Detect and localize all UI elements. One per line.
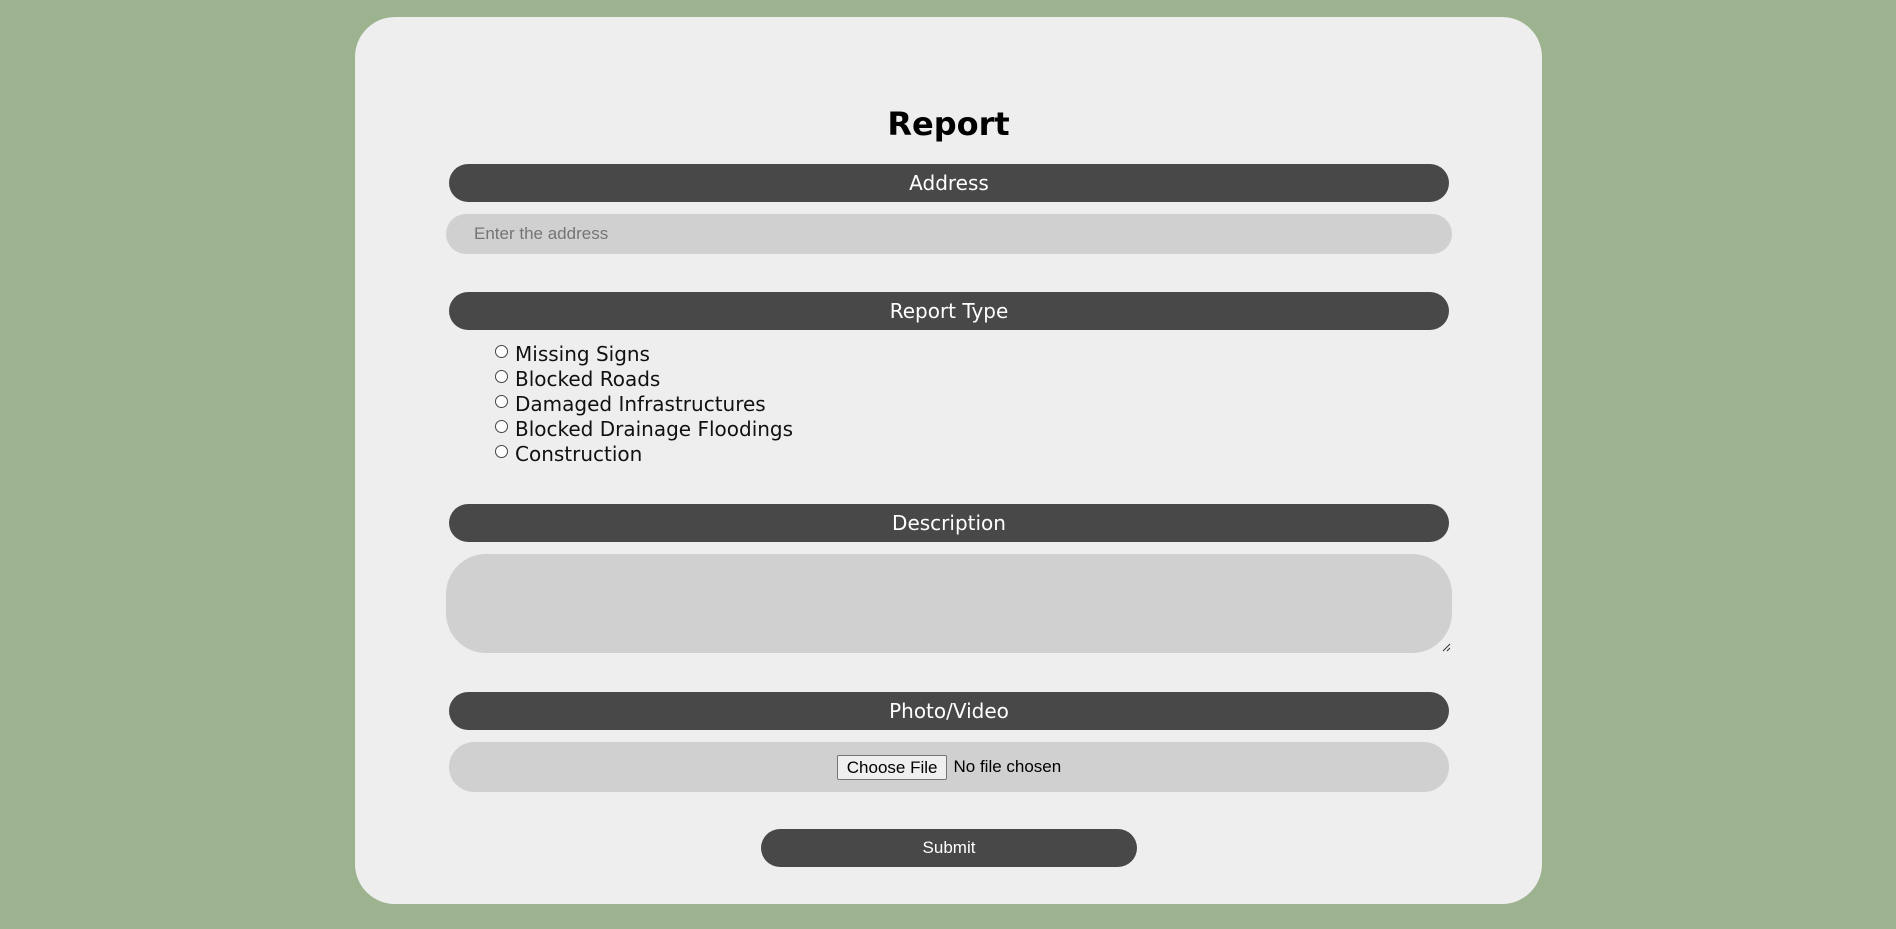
description-textarea[interactable] [446, 554, 1452, 653]
radio-option-blocked-roads[interactable]: Blocked Roads [495, 367, 793, 392]
choose-file-button[interactable]: Choose File [836, 754, 948, 780]
radio-button[interactable] [495, 395, 508, 408]
radio-label[interactable]: Damaged Infrastructures [515, 392, 766, 416]
radio-option-construction[interactable]: Construction [495, 442, 793, 467]
report-type-label: Report Type [449, 292, 1449, 330]
radio-option-damaged-infrastructures[interactable]: Damaged Infrastructures [495, 392, 793, 417]
photo-video-label: Photo/Video [449, 692, 1449, 730]
resize-grip-icon[interactable] [1441, 642, 1451, 652]
radio-label[interactable]: Blocked Drainage Floodings [515, 417, 793, 441]
radio-button[interactable] [495, 345, 508, 358]
radio-button[interactable] [495, 420, 508, 433]
radio-option-missing-signs[interactable]: Missing Signs [495, 342, 793, 367]
radio-label[interactable]: Missing Signs [515, 342, 650, 366]
radio-button[interactable] [495, 445, 508, 458]
report-type-options: Missing Signs Blocked Roads Damaged Infr… [495, 342, 793, 467]
radio-label[interactable]: Blocked Roads [515, 367, 660, 391]
description-label: Description [449, 504, 1449, 542]
file-status-text: No file chosen [953, 757, 1062, 776]
file-upload-field: Choose File No file chosen [449, 742, 1449, 792]
page-title: Report [887, 105, 1010, 143]
address-label: Address [449, 164, 1449, 202]
submit-button[interactable]: Submit [761, 829, 1137, 867]
address-input[interactable] [446, 214, 1452, 254]
radio-button[interactable] [495, 370, 508, 383]
radio-label[interactable]: Construction [515, 442, 642, 466]
report-form-card: Report Address Report Type Missing Signs… [355, 17, 1542, 904]
radio-option-blocked-drainage-floodings[interactable]: Blocked Drainage Floodings [495, 417, 793, 442]
